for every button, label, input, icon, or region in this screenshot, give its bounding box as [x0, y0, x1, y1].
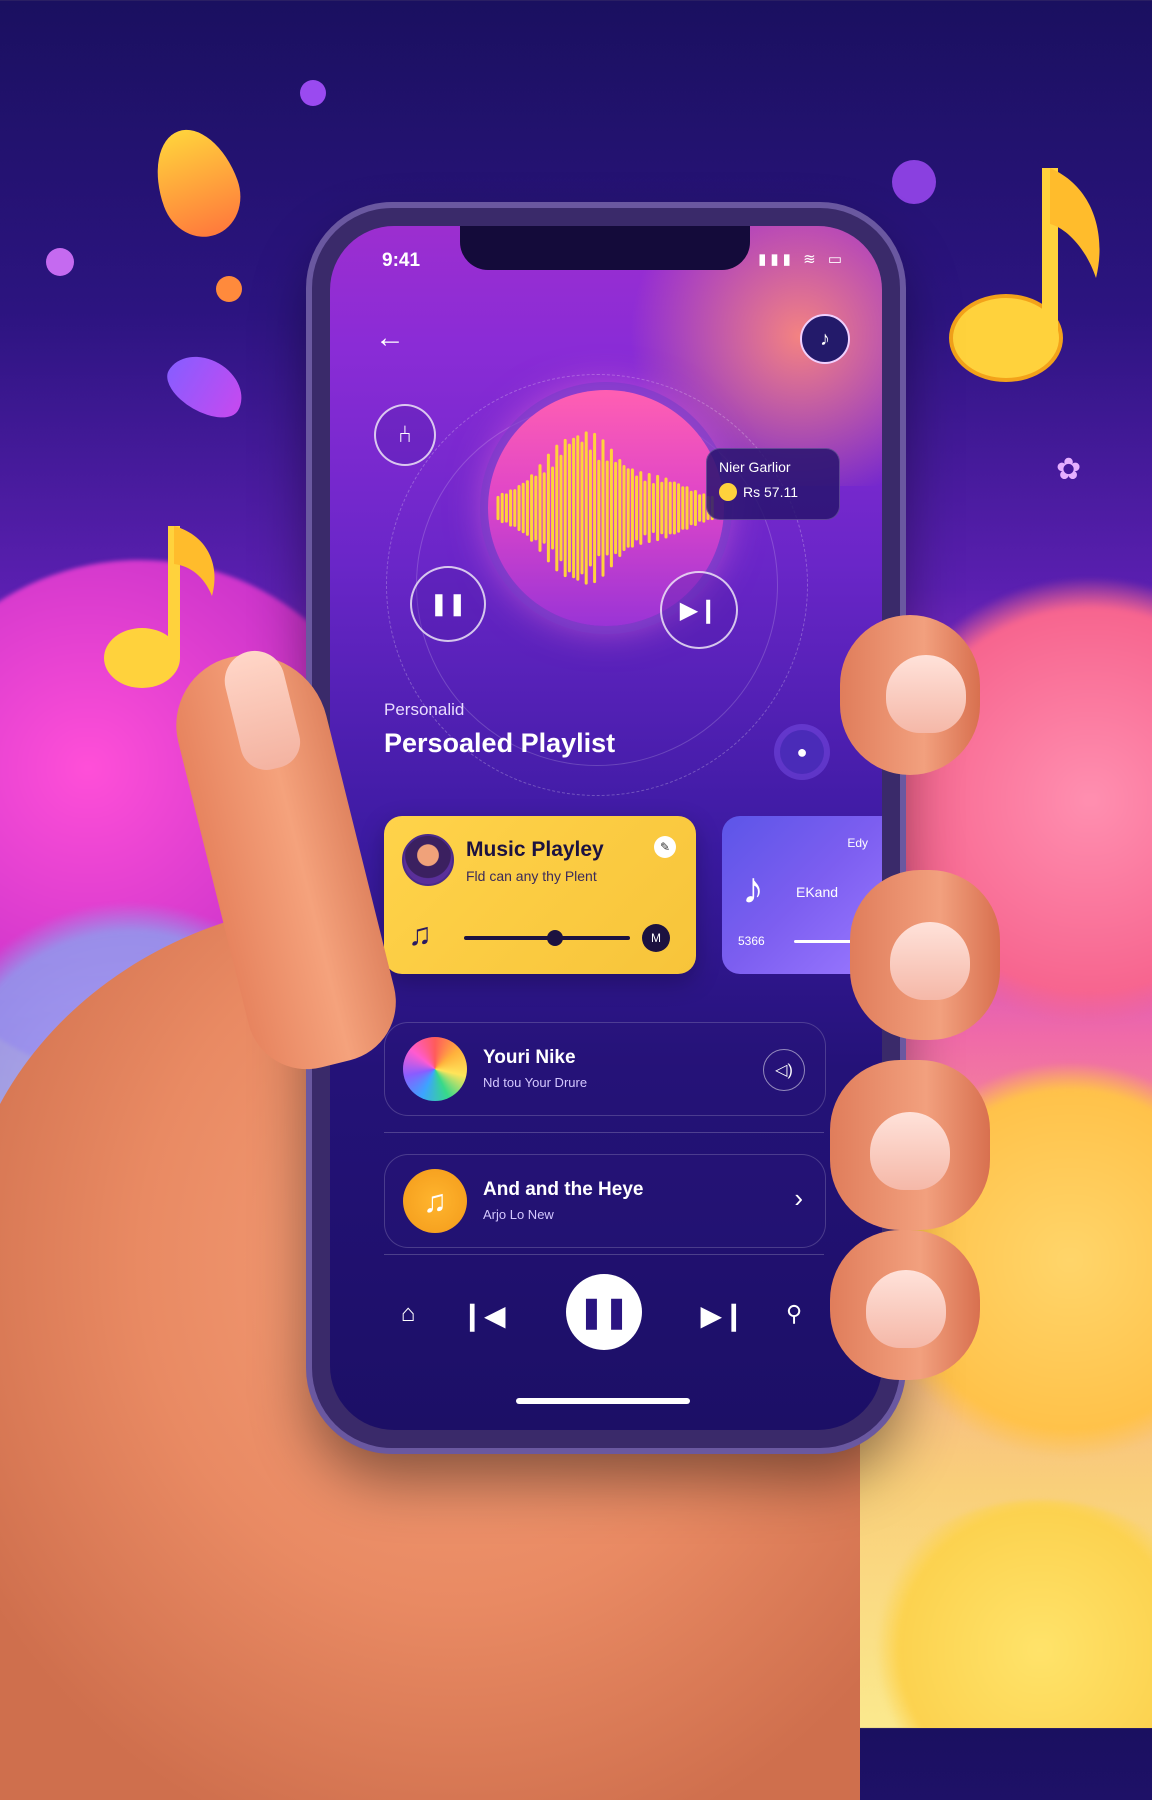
yellow-music-note-icon — [949, 168, 1100, 382]
list-item-title: Youri Nike — [483, 1047, 576, 1068]
play-pause-button[interactable]: ❚❚ — [566, 1274, 642, 1350]
tooltip-value: Rs 57.11 — [743, 484, 798, 500]
app-screen: 9:41 ▮▮▮ ≋ ▭ ← ♪ ⑃ ❚❚ ▶❙ Nier Garlior Rs… — [330, 226, 882, 1430]
status-time: 9:41 — [382, 250, 421, 271]
yellow-blob-bottom — [860, 1500, 1152, 1728]
info-icon[interactable]: ● — [780, 730, 824, 774]
status-icons: ▮▮▮ ≋ ▭ — [758, 251, 846, 268]
chevron-right-icon[interactable]: › — [794, 1183, 803, 1214]
side-card-label-mid: EKand — [796, 884, 839, 900]
finger — [840, 615, 980, 775]
notch — [460, 226, 750, 270]
purple-drop — [158, 343, 254, 429]
back-arrow-icon[interactable]: ← — [370, 318, 410, 358]
finger — [850, 870, 1000, 1040]
music-note-icon: ♪ — [742, 864, 764, 913]
music-note-icon: ♫ — [408, 916, 432, 952]
pause-icon[interactable]: ❚❚ — [410, 566, 486, 642]
orange-dot — [216, 276, 242, 302]
divider — [384, 1254, 824, 1255]
finger — [830, 1230, 980, 1380]
featured-title: Music Playley — [466, 838, 604, 861]
finger — [830, 1060, 990, 1230]
fingernail — [866, 1270, 946, 1348]
coin-icon — [719, 483, 737, 501]
featured-playlist-card[interactable]: Music Playley Fld can any thy Plent ✎ ♫ … — [384, 816, 696, 974]
card-badge[interactable]: M — [642, 924, 670, 952]
share-icon[interactable]: ⑃ — [374, 404, 436, 466]
skip-next-icon[interactable]: ▶❙ — [660, 571, 738, 649]
favorite-icon[interactable]: ✎ — [654, 836, 676, 858]
section-title: Persoaled Playlist — [384, 728, 616, 758]
home-icon[interactable]: ⌂ — [388, 1294, 428, 1334]
orange-drop — [141, 117, 253, 249]
skip-previous-icon[interactable]: ❙◀ — [460, 1292, 506, 1338]
progress-track[interactable] — [464, 930, 630, 946]
color-wheel-icon — [403, 1037, 467, 1101]
list-item[interactable]: ♫ And and the Heye Arjo Lo New › — [384, 1154, 826, 1248]
purple-dot — [300, 80, 326, 106]
list-item-title: And and the Heye — [483, 1179, 644, 1200]
progress-thumb[interactable] — [547, 930, 564, 946]
list-item-subtitle: Nd tou Your Drure — [483, 1075, 588, 1090]
song-info-tooltip: Nier Garlior Rs 57.11 — [706, 448, 840, 520]
section-kicker: Personalid — [384, 700, 465, 719]
home-indicator — [516, 1398, 690, 1404]
tooltip-value-row: Rs 57.11 — [719, 483, 827, 501]
profile-icon[interactable]: ⚲ — [774, 1294, 814, 1334]
divider — [384, 1132, 824, 1133]
violet-drop — [892, 160, 936, 204]
featured-subtitle: Fld can any thy Plent — [466, 868, 597, 884]
side-card-label-bottom: 5366 — [738, 934, 765, 948]
fingernail — [890, 922, 970, 1000]
fingernail — [886, 655, 966, 733]
fingernail — [870, 1112, 950, 1190]
skip-next-icon[interactable]: ▶❙ — [700, 1292, 746, 1338]
sound-icon[interactable]: ◁) — [763, 1049, 805, 1091]
music-note-icon: ♫ — [403, 1169, 467, 1233]
bottom-player-bar: ⌂ ❙◀ ❚❚ ▶❙ ⚲ — [330, 1266, 882, 1376]
artist-avatar — [402, 834, 454, 886]
lilac-dot — [46, 248, 74, 276]
sparkle-icon: ✿ — [1056, 453, 1082, 486]
list-item-subtitle: Arjo Lo New — [483, 1207, 554, 1222]
profile-avatar-icon[interactable]: ♪ — [800, 314, 850, 364]
list-item[interactable]: Youri Nike Nd tou Your Drure ◁) — [384, 1022, 826, 1116]
side-card-label-top: Edy — [847, 836, 868, 850]
tooltip-title: Nier Garlior — [719, 459, 791, 475]
